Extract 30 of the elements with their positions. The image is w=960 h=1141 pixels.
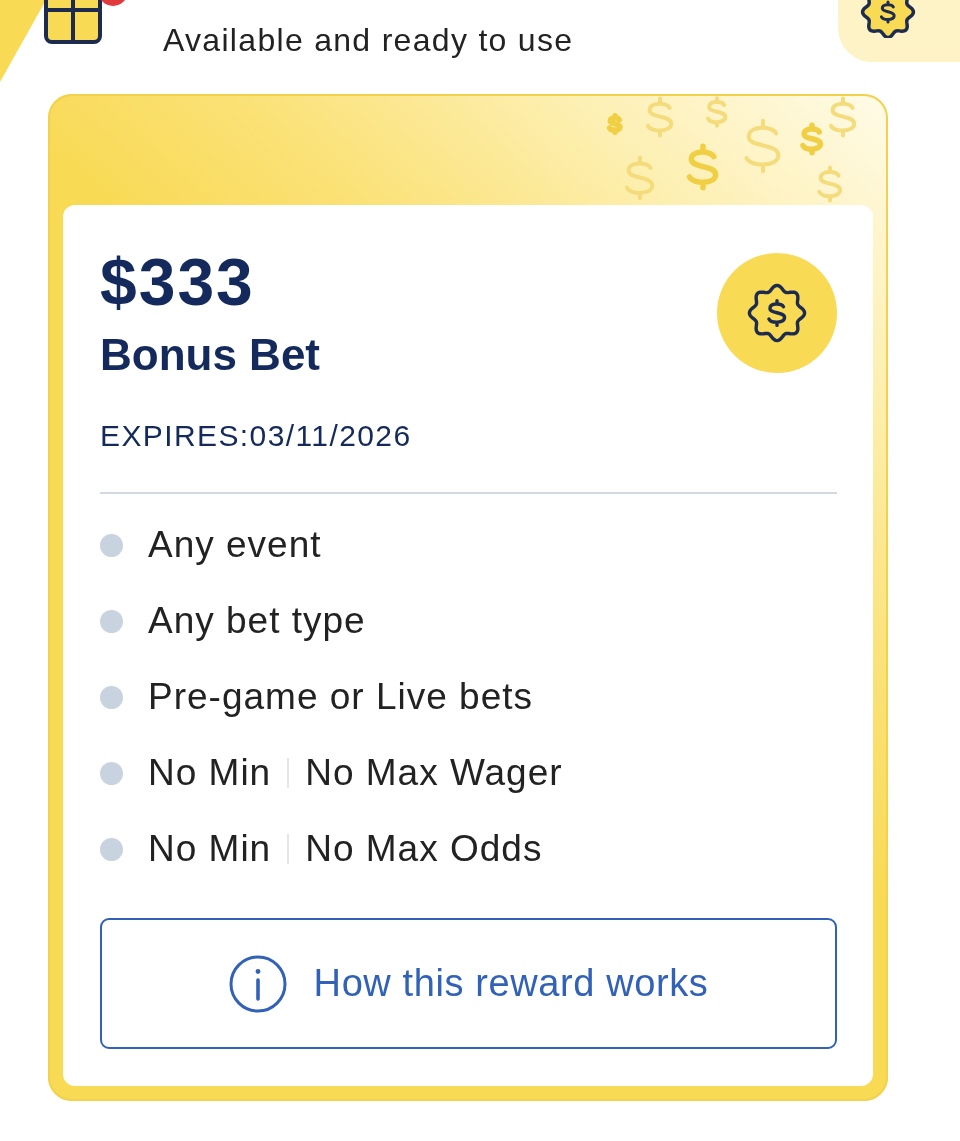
dollar-sign-icon	[646, 96, 674, 138]
reward-amount: $333	[100, 249, 256, 315]
feature-text: No Max Odds	[305, 827, 543, 871]
feature-text: No Min	[148, 827, 272, 871]
feature-text: Pre-game or Live bets	[148, 675, 533, 719]
dollar-sign-icon	[706, 96, 728, 128]
gift-icon	[42, 0, 104, 46]
dollar-badge-icon	[860, 0, 916, 38]
feature-text: No Min	[148, 751, 272, 795]
info-icon	[228, 954, 287, 1013]
rewards-subtitle: Available and ready to use	[163, 21, 574, 60]
bullet-dot-icon	[100, 761, 123, 785]
dollar-sign-icon	[686, 143, 719, 191]
feature-text: Any event	[148, 523, 322, 567]
dollar-sign-icon	[829, 96, 857, 138]
expiry-date: EXPIRES:03/11/2026	[100, 421, 413, 451]
dollar-sign-icon	[624, 155, 655, 201]
dollar-sign-icon	[817, 165, 843, 203]
bullet-dot-icon	[100, 609, 123, 633]
how-it-works-button[interactable]: How this reward works	[100, 918, 837, 1049]
bullet-dot-icon	[100, 533, 123, 557]
reward-type: Bonus Bet	[100, 333, 320, 377]
dollar-sign-icon	[800, 122, 824, 156]
dollar-sign-icon	[744, 118, 781, 174]
feature-text: No Max Wager	[305, 751, 563, 795]
bullet-dot-icon	[100, 837, 123, 861]
dollar-badge-icon	[717, 253, 837, 373]
bullet-dot-icon	[100, 685, 123, 709]
feature-text: Any bet type	[148, 599, 366, 643]
dollar-sign-icon	[606, 112, 623, 136]
